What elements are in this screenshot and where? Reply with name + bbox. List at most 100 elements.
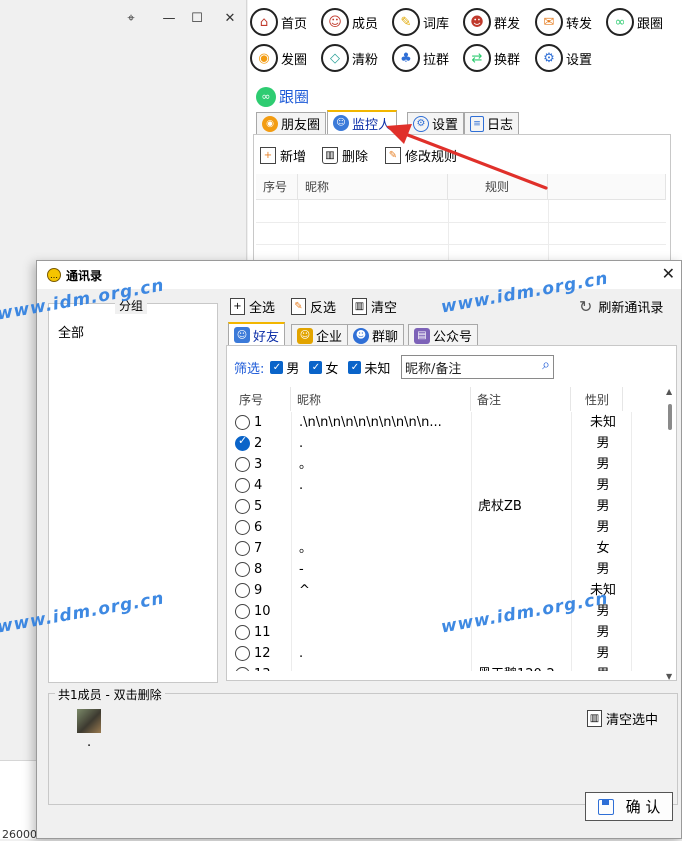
row-remark <box>478 475 570 496</box>
toolbar-item-eraser[interactable]: ◇ 清粉 <box>321 41 378 75</box>
row-select-radio[interactable] <box>235 562 250 577</box>
search-input-value: 昵称/备注 <box>405 361 462 377</box>
grid-line <box>471 496 472 517</box>
tab-enterprise[interactable]: ☺ 企业 <box>291 324 349 346</box>
group-item-all[interactable]: 全部 <box>58 322 84 341</box>
table-row[interactable]: 1 .\n\n\n\n\n\n\n\n\n\n... 未知 <box>233 412 661 433</box>
toolbar-item-gear[interactable]: ⚙ 设置 <box>535 41 592 75</box>
confirm-button[interactable]: 确 认 <box>585 792 673 821</box>
filter-row: 筛选: ✓ 男 ✓ 女 ✓ 未知 <box>234 353 390 381</box>
refresh-contacts-button[interactable]: ↻ 刷新通讯录 <box>579 295 663 317</box>
table-row[interactable]: 12. 男 <box>233 643 661 664</box>
grid-line <box>631 622 632 643</box>
row-nickname: .\n\n\n\n\n\n\n\n\n\n... <box>299 415 442 430</box>
delete-button[interactable]: ▥ 删除 <box>322 146 368 165</box>
maximize-button[interactable]: ☐ <box>186 8 208 28</box>
close-button[interactable]: ✕ <box>219 8 241 28</box>
tab-friends[interactable]: ☺ 好友 <box>228 322 286 346</box>
log-icon: ≡ <box>470 115 484 132</box>
monitor-header-index[interactable]: 序号 <box>256 174 298 200</box>
pin-icon[interactable]: ⌖ <box>120 8 142 28</box>
toolbar-item-label: 成员 <box>352 16 379 32</box>
row-select-radio[interactable] <box>235 415 250 430</box>
grid-line <box>448 200 449 260</box>
row-select-radio[interactable] <box>235 667 250 671</box>
row-select-radio[interactable] <box>235 478 250 493</box>
select-all-label: 全选 <box>249 300 276 316</box>
grid-line <box>291 580 292 601</box>
tab-settings[interactable]: ⚙ 设置 <box>407 112 465 134</box>
toolbar-item-home[interactable]: ⌂ 首页 <box>250 5 307 39</box>
row-select-radio[interactable] <box>235 583 250 598</box>
table-row[interactable]: 8 - 男 <box>233 559 661 580</box>
row-remark: 虎杖ZB <box>478 499 522 514</box>
header-remark[interactable]: 备注 <box>471 387 571 411</box>
header-gender[interactable]: 性别 <box>571 387 623 411</box>
filter-unknown-label: 未知 <box>364 361 391 377</box>
table-row[interactable]: 4. 男 <box>233 475 661 496</box>
toolbar-item-label: 发圈 <box>281 52 308 68</box>
table-row[interactable]: 3 。 男 <box>233 454 661 475</box>
header-nickname[interactable]: 昵称 <box>291 387 471 411</box>
tab-group-chat[interactable]: ☻ 群聊 <box>347 324 405 346</box>
search-input[interactable]: 昵称/备注 ⌕ <box>401 355 554 379</box>
table-row[interactable]: 6男 <box>233 517 661 538</box>
toolbar-item-pull-group[interactable]: ♣ 拉群 <box>392 41 449 75</box>
grid-line <box>631 454 632 475</box>
new-file-icon: + <box>260 147 276 164</box>
clear-selected-button[interactable]: ▥ 清空选中 <box>587 707 658 729</box>
grid-line <box>571 622 572 643</box>
row-nickname: 。 <box>299 457 313 472</box>
toolbar-item-pencil[interactable]: ✎ 词库 <box>392 5 449 39</box>
dialog-close-button[interactable]: ✕ <box>662 264 675 283</box>
monitor-header-rule[interactable]: 规则 <box>448 174 548 200</box>
toolbar-item-follow[interactable]: ∞ 跟圈 <box>606 5 663 39</box>
tab-log[interactable]: ≡ 日志 <box>464 112 520 134</box>
avatar[interactable] <box>77 709 101 733</box>
clear-button[interactable]: ▥ 清空 <box>352 295 397 317</box>
header-index[interactable]: 序号 <box>233 387 291 411</box>
row-select-radio[interactable] <box>235 625 250 640</box>
filter-label: 筛选: <box>234 361 265 377</box>
row-nickname: 。 <box>299 541 313 556</box>
table-row[interactable]: 7 。 女 <box>233 538 661 559</box>
grid-line <box>631 601 632 622</box>
filter-female-checkbox[interactable]: ✓ <box>309 360 323 374</box>
toolbar-item-member[interactable]: ☺ 成员 <box>321 5 378 39</box>
scrollbar[interactable]: ▲ ▼ <box>665 387 675 681</box>
tab-official-accounts[interactable]: ▤ 公众号 <box>408 324 479 346</box>
grid-line <box>298 200 299 260</box>
grid-line <box>631 433 632 454</box>
add-button[interactable]: + 新增 <box>260 146 306 165</box>
minimize-button[interactable]: — <box>158 8 180 28</box>
row-select-radio[interactable] <box>235 520 250 535</box>
monitor-header-nickname[interactable]: 昵称 <box>298 174 448 200</box>
select-all-button[interactable]: + 全选 <box>230 295 275 317</box>
tab-monitor[interactable]: ☺ 监控人 <box>327 110 398 134</box>
edit-rule-button[interactable]: ✎ 修改规则 <box>385 146 457 165</box>
tab-moments[interactable]: ◉ 朋友圈 <box>256 112 327 134</box>
row-select-radio[interactable] <box>235 646 250 661</box>
grid-line <box>631 475 632 496</box>
row-select-radio[interactable] <box>235 541 250 556</box>
row-select-radio[interactable] <box>235 434 250 451</box>
toolbar-item-switch-group[interactable]: ⇄ 换群 <box>463 41 520 75</box>
toolbar-item-forward[interactable]: ✉ 转发 <box>535 5 592 39</box>
moments-icon: ◉ <box>262 115 278 132</box>
row-select-radio[interactable] <box>235 457 250 472</box>
table-row[interactable]: 2. 男 <box>233 433 661 454</box>
row-select-radio[interactable] <box>235 499 250 514</box>
toolbar-item-broadcast[interactable]: ☻ 群发 <box>463 5 520 39</box>
scrollbar-thumb[interactable] <box>668 404 672 430</box>
invert-select-button[interactable]: ✎ 反选 <box>291 295 336 317</box>
table-row[interactable]: 13 黑天鹅120-2 男 <box>233 664 661 671</box>
row-select-radio[interactable] <box>235 604 250 619</box>
search-icon[interactable]: ⌕ <box>542 357 550 373</box>
table-row[interactable]: 5 虎杖ZB 男 <box>233 496 661 517</box>
filter-unknown-checkbox[interactable]: ✓ <box>348 360 362 374</box>
toolbar-item-label: 首页 <box>281 16 308 32</box>
grid-line <box>571 538 572 559</box>
toolbar-item-post[interactable]: ◉ 发圈 <box>250 41 307 75</box>
filter-male-checkbox[interactable]: ✓ <box>270 360 284 374</box>
chat-bubble-icon: … <box>47 268 61 282</box>
